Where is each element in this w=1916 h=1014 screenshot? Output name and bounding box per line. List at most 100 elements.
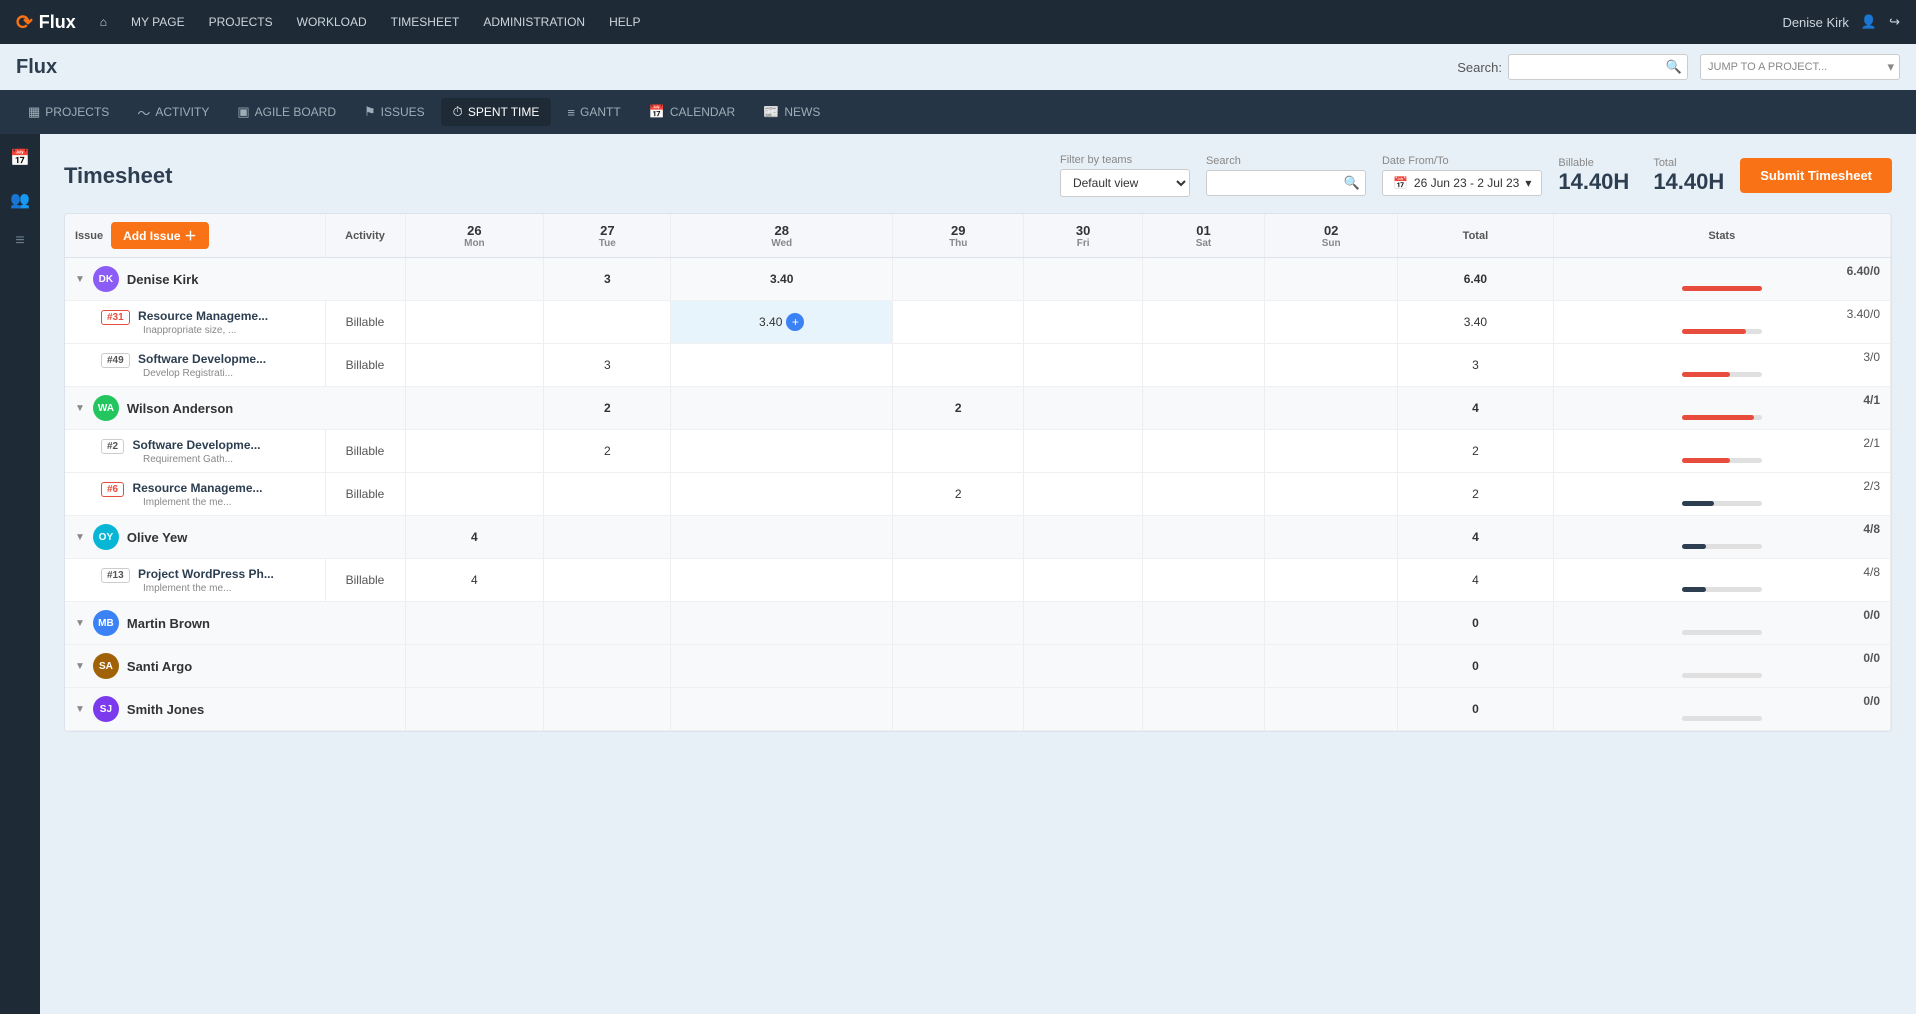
day-cell-3[interactable] xyxy=(893,430,1024,473)
collapse-btn[interactable]: ▼ xyxy=(75,704,85,715)
day-cell-4[interactable] xyxy=(1024,258,1142,301)
collapse-btn[interactable]: ▼ xyxy=(75,618,85,629)
day-cell-4[interactable] xyxy=(1024,387,1142,430)
day-cell-4[interactable] xyxy=(1024,602,1142,645)
day-cell-4[interactable] xyxy=(1024,688,1142,731)
side-calendar-icon[interactable]: 📅 xyxy=(6,144,34,172)
subnav-calendar[interactable]: 📅 CALENDAR xyxy=(637,98,748,126)
nav-home[interactable]: ⌂ xyxy=(100,15,107,29)
day-cell-0[interactable] xyxy=(405,688,544,731)
search-input[interactable] xyxy=(1508,54,1688,80)
day-cell-1[interactable]: 2 xyxy=(544,387,671,430)
day-cell-2[interactable] xyxy=(671,344,893,387)
day-cell-0[interactable] xyxy=(405,473,544,516)
day-cell-3[interactable] xyxy=(893,602,1024,645)
date-range-button[interactable]: 📅 26 Jun 23 - 2 Jul 23 ▾ xyxy=(1382,170,1542,196)
day-cell-5[interactable] xyxy=(1142,258,1264,301)
day-cell-6[interactable] xyxy=(1265,559,1398,602)
day-cell-0[interactable] xyxy=(405,645,544,688)
day-cell-1[interactable] xyxy=(544,516,671,559)
day-cell-0[interactable] xyxy=(405,258,544,301)
nav-projects[interactable]: PROJECTS xyxy=(209,15,273,29)
day-cell-6[interactable] xyxy=(1265,688,1398,731)
day-cell-1[interactable]: 3 xyxy=(544,258,671,301)
submit-timesheet-button[interactable]: Submit Timesheet xyxy=(1740,158,1892,193)
day-cell-2[interactable] xyxy=(671,473,893,516)
nav-workload[interactable]: WORKLOAD xyxy=(297,15,367,29)
day-cell-5[interactable] xyxy=(1142,516,1264,559)
day-cell-5[interactable] xyxy=(1142,344,1264,387)
day-cell-2[interactable] xyxy=(671,516,893,559)
day-cell-1[interactable] xyxy=(544,301,671,344)
search-icon[interactable]: 🔍 xyxy=(1666,59,1682,75)
user-icon[interactable]: 👤 xyxy=(1861,14,1877,30)
collapse-btn[interactable]: ▼ xyxy=(75,661,85,672)
day-cell-6[interactable] xyxy=(1265,344,1398,387)
day-cell-3[interactable] xyxy=(893,516,1024,559)
day-cell-5[interactable] xyxy=(1142,645,1264,688)
day-cell-1[interactable] xyxy=(544,559,671,602)
day-cell-0[interactable] xyxy=(405,430,544,473)
subnav-gantt[interactable]: ≡ GANTT xyxy=(555,99,632,126)
day-cell-2[interactable] xyxy=(671,559,893,602)
day-cell-6[interactable] xyxy=(1265,301,1398,344)
day-cell-3[interactable]: 2 xyxy=(893,473,1024,516)
day-cell-2[interactable] xyxy=(671,688,893,731)
issue-tag[interactable]: #13 xyxy=(101,568,130,583)
day-cell-0[interactable]: 4 xyxy=(405,516,544,559)
day-cell-2[interactable] xyxy=(671,430,893,473)
day-cell-6[interactable] xyxy=(1265,473,1398,516)
day-cell-3[interactable] xyxy=(893,301,1024,344)
day-cell-1[interactable] xyxy=(544,602,671,645)
day-cell-0[interactable] xyxy=(405,344,544,387)
day-cell-0[interactable] xyxy=(405,387,544,430)
collapse-btn[interactable]: ▼ xyxy=(75,532,85,543)
add-issue-button[interactable]: Add Issue ＋ xyxy=(111,222,208,249)
side-people-icon[interactable]: 👥 xyxy=(6,186,34,214)
nav-timesheet[interactable]: TIMESHEET xyxy=(391,15,460,29)
side-list-icon[interactable]: ≡ xyxy=(11,228,28,254)
day-cell-3[interactable] xyxy=(893,559,1024,602)
nav-administration[interactable]: ADMINISTRATION xyxy=(483,15,585,29)
search-ts-input[interactable] xyxy=(1206,170,1366,196)
day-cell-6[interactable] xyxy=(1265,387,1398,430)
subnav-issues[interactable]: ⚑ ISSUES xyxy=(352,98,437,126)
collapse-btn[interactable]: ▼ xyxy=(75,274,85,285)
day-cell-3[interactable] xyxy=(893,645,1024,688)
collapse-btn[interactable]: ▼ xyxy=(75,403,85,414)
day-cell-4[interactable] xyxy=(1024,516,1142,559)
day-cell-1[interactable]: 3 xyxy=(544,344,671,387)
day-cell-3[interactable] xyxy=(893,688,1024,731)
day-cell-6[interactable] xyxy=(1265,602,1398,645)
day-cell-4[interactable] xyxy=(1024,301,1142,344)
nav-mypage[interactable]: MY PAGE xyxy=(131,15,185,29)
day-cell-0[interactable] xyxy=(405,301,544,344)
day-cell-4[interactable] xyxy=(1024,430,1142,473)
issue-tag[interactable]: #6 xyxy=(101,482,124,497)
day-cell-1[interactable] xyxy=(544,645,671,688)
day-cell-1[interactable]: 2 xyxy=(544,430,671,473)
day-cell-2[interactable] xyxy=(671,602,893,645)
day-cell-5[interactable] xyxy=(1142,688,1264,731)
issue-tag[interactable]: #2 xyxy=(101,439,124,454)
day-cell-0[interactable]: 4 xyxy=(405,559,544,602)
day-cell-4[interactable] xyxy=(1024,473,1142,516)
day-cell-6[interactable] xyxy=(1265,430,1398,473)
day-cell-3[interactable]: 2 xyxy=(893,387,1024,430)
day-cell-6[interactable] xyxy=(1265,516,1398,559)
day-cell-5[interactable] xyxy=(1142,559,1264,602)
day-cell-3[interactable] xyxy=(893,344,1024,387)
day-cell-6[interactable] xyxy=(1265,258,1398,301)
day-cell-6[interactable] xyxy=(1265,645,1398,688)
logo[interactable]: ⟳ Flux xyxy=(16,10,76,35)
day-cell-4[interactable] xyxy=(1024,559,1142,602)
day-cell-4[interactable] xyxy=(1024,344,1142,387)
subnav-spent-time[interactable]: ⏱ SPENT TIME xyxy=(441,98,552,126)
logout-icon[interactable]: ↪ xyxy=(1889,14,1900,30)
day-cell-5[interactable] xyxy=(1142,473,1264,516)
day-cell-2[interactable]: 3.40+ xyxy=(671,301,893,344)
add-time-icon[interactable]: + xyxy=(786,313,804,331)
day-cell-5[interactable] xyxy=(1142,602,1264,645)
day-cell-5[interactable] xyxy=(1142,430,1264,473)
day-cell-1[interactable] xyxy=(544,473,671,516)
